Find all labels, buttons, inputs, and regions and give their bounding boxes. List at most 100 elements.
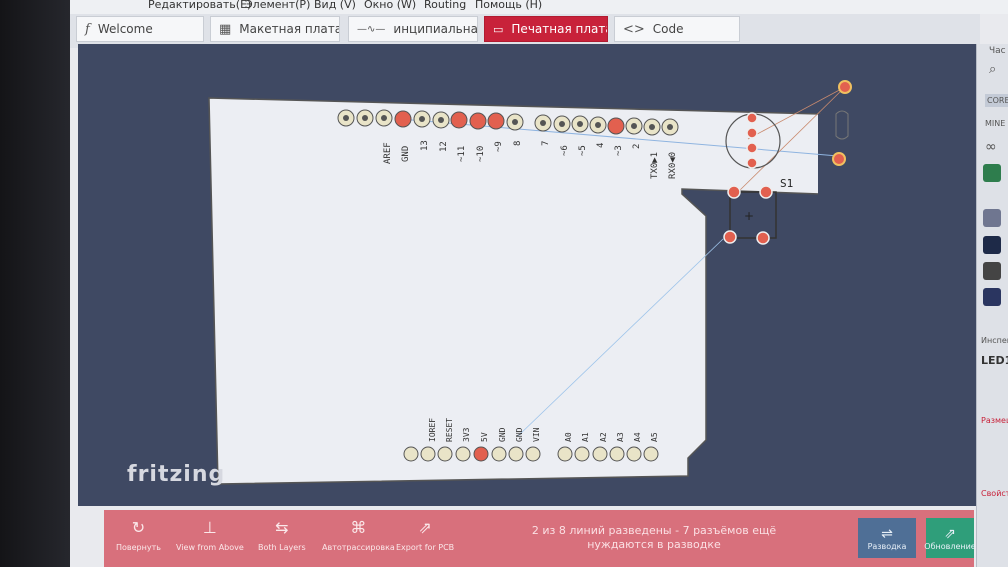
inspector-header: Инспектор — [981, 336, 1008, 345]
pin-label-gnd: GND — [401, 146, 411, 162]
fritzing-f-icon: f — [85, 21, 90, 37]
pin-label-4: 4 — [596, 143, 606, 148]
update-button[interactable]: ⇗ Обновление — [924, 518, 976, 558]
pin-label-12: 12 — [439, 141, 449, 152]
autoroute-icon: ⌘ — [350, 518, 367, 537]
pad — [420, 446, 436, 462]
pin-label-gnd1: GND — [498, 427, 507, 442]
export-pcb-button[interactable]: ⇗ Export for PCB — [396, 518, 454, 563]
pin-label-a1: A1 — [581, 432, 590, 442]
pad — [607, 117, 625, 135]
pad — [838, 80, 852, 94]
pad — [746, 112, 758, 124]
tab-breadboard[interactable]: ▦ Макетная плата — [210, 16, 340, 42]
pad — [574, 446, 590, 462]
pin-label-10: ~10 — [476, 146, 486, 162]
pin-label-vin: VIN — [532, 427, 541, 442]
menu-part[interactable]: Элемент(P) — [245, 0, 310, 11]
monitor-bezel — [0, 0, 70, 567]
view-tab-bar: f Welcome ▦ Макетная плата —∿— инципиаль… — [70, 14, 980, 48]
pad — [746, 157, 758, 169]
pad — [557, 446, 573, 462]
pin-label-a3: A3 — [616, 432, 625, 442]
tab-pcb[interactable]: ▭ Печатная плата — [484, 16, 608, 42]
menu-routing[interactable]: Routing — [424, 0, 466, 11]
layers-icon: ⇆ — [275, 518, 289, 537]
pad — [746, 127, 758, 139]
core-bin-tab[interactable]: CORE — [985, 94, 1008, 107]
rotate-button[interactable]: ↻ Повернуть — [116, 518, 161, 563]
parts-bin-icon[interactable] — [983, 164, 1001, 182]
inspector-title: LED1 — [981, 354, 1008, 367]
pin-label-2: 2 — [632, 144, 642, 149]
pad — [473, 446, 489, 462]
mine-bin-tab[interactable]: MINE — [985, 119, 1005, 128]
pad — [450, 111, 468, 129]
routing-label: Разводка — [867, 541, 907, 551]
pin-label-3v3: 3V3 — [462, 427, 471, 442]
pad — [403, 446, 419, 462]
routing-status: 2 из 8 линий разведены - 7 разъёмов ещё … — [531, 524, 777, 551]
tab-welcome[interactable]: f Welcome — [76, 16, 204, 42]
pad — [727, 185, 741, 199]
pin-label-5v: 5V — [480, 432, 489, 442]
autorouting-button[interactable]: ⌘ Автотрассировка — [322, 518, 395, 563]
pad — [455, 446, 471, 462]
placement-section: Размещение — [981, 416, 1008, 425]
share-icon: ⇗ — [944, 525, 956, 542]
routing-button[interactable]: ⇌ Разводка — [858, 518, 916, 558]
parts-bin-icon[interactable] — [983, 209, 1001, 227]
view-from-above-button[interactable]: ⊥ View from Above — [176, 518, 244, 563]
pin-label-gnd2: GND — [515, 427, 524, 442]
pcb-icon: ▭ — [493, 22, 504, 36]
pin-label-11: ~11 — [457, 146, 467, 162]
pin-label-a2: A2 — [599, 432, 608, 442]
pin-label-a0: A0 — [564, 432, 573, 442]
pin-label-rx: RX0◀0 — [668, 152, 678, 179]
pad — [394, 110, 412, 128]
pad — [609, 446, 625, 462]
menu-view[interactable]: Вид (V) — [314, 0, 356, 11]
view-from-above-label: View from Above — [176, 543, 244, 552]
pad — [723, 230, 737, 244]
pad — [759, 185, 773, 199]
parts-bin-icon[interactable] — [983, 236, 1001, 254]
pin-label-ioref: IOREF — [428, 418, 437, 442]
both-layers-button[interactable]: ⇆ Both Layers — [258, 518, 306, 563]
pin-label-9: ~9 — [494, 141, 504, 152]
rotate-label: Повернуть — [116, 543, 161, 552]
autorouting-label: Автотрассировка — [322, 543, 395, 552]
tab-code[interactable]: <> Code — [614, 16, 740, 42]
tab-welcome-label: Welcome — [97, 22, 153, 36]
pin-label-a5: A5 — [650, 432, 659, 442]
pcb-drawing: AREF GND 13 12 ~11 ~10 ~9 8 7 ~6 ~5 4 ~3… — [208, 80, 978, 494]
pin-label-13: 13 — [420, 140, 430, 151]
bottom-header — [403, 446, 659, 462]
parts-bin-icon[interactable] — [983, 288, 1001, 306]
pcb-toolbar: ↻ Повернуть ⊥ View from Above ⇆ Both Lay… — [104, 510, 976, 567]
properties-section: Свойства — [981, 489, 1008, 498]
routing-icon: ⇌ — [881, 525, 893, 542]
code-icon: <> — [623, 21, 645, 37]
switch-label: S1 — [780, 177, 793, 190]
rotate-icon: ↻ — [131, 518, 146, 537]
export-pcb-label: Export for PCB — [396, 543, 455, 552]
pin-label-6: ~6 — [560, 145, 570, 156]
infinity-icon[interactable]: ∞ — [985, 139, 997, 155]
pin-label-aref: AREF — [383, 142, 393, 164]
menu-edit[interactable]: Редактировать(E) — [148, 0, 251, 11]
search-icon[interactable]: ⌕ — [989, 62, 996, 77]
parts-bin-icon[interactable] — [983, 262, 1001, 280]
menu-window[interactable]: Окно (W) — [364, 0, 416, 11]
pad — [469, 112, 487, 130]
board-outline — [208, 97, 821, 485]
pcb-canvas[interactable]: AREF GND 13 12 ~11 ~10 ~9 8 7 ~6 ~5 4 ~3… — [78, 44, 978, 506]
pad — [491, 446, 507, 462]
tab-schematic[interactable]: —∿— инципиальная схе — [348, 16, 478, 42]
pad — [525, 446, 541, 462]
pad — [643, 446, 659, 462]
menu-bar: Редактировать(E) Элемент(P) Вид (V) Окно… — [70, 0, 1008, 14]
menu-help[interactable]: Помощь (H) — [475, 0, 542, 11]
fritzing-watermark: fritzing — [127, 462, 226, 487]
panel-header: Час — [989, 46, 1006, 56]
